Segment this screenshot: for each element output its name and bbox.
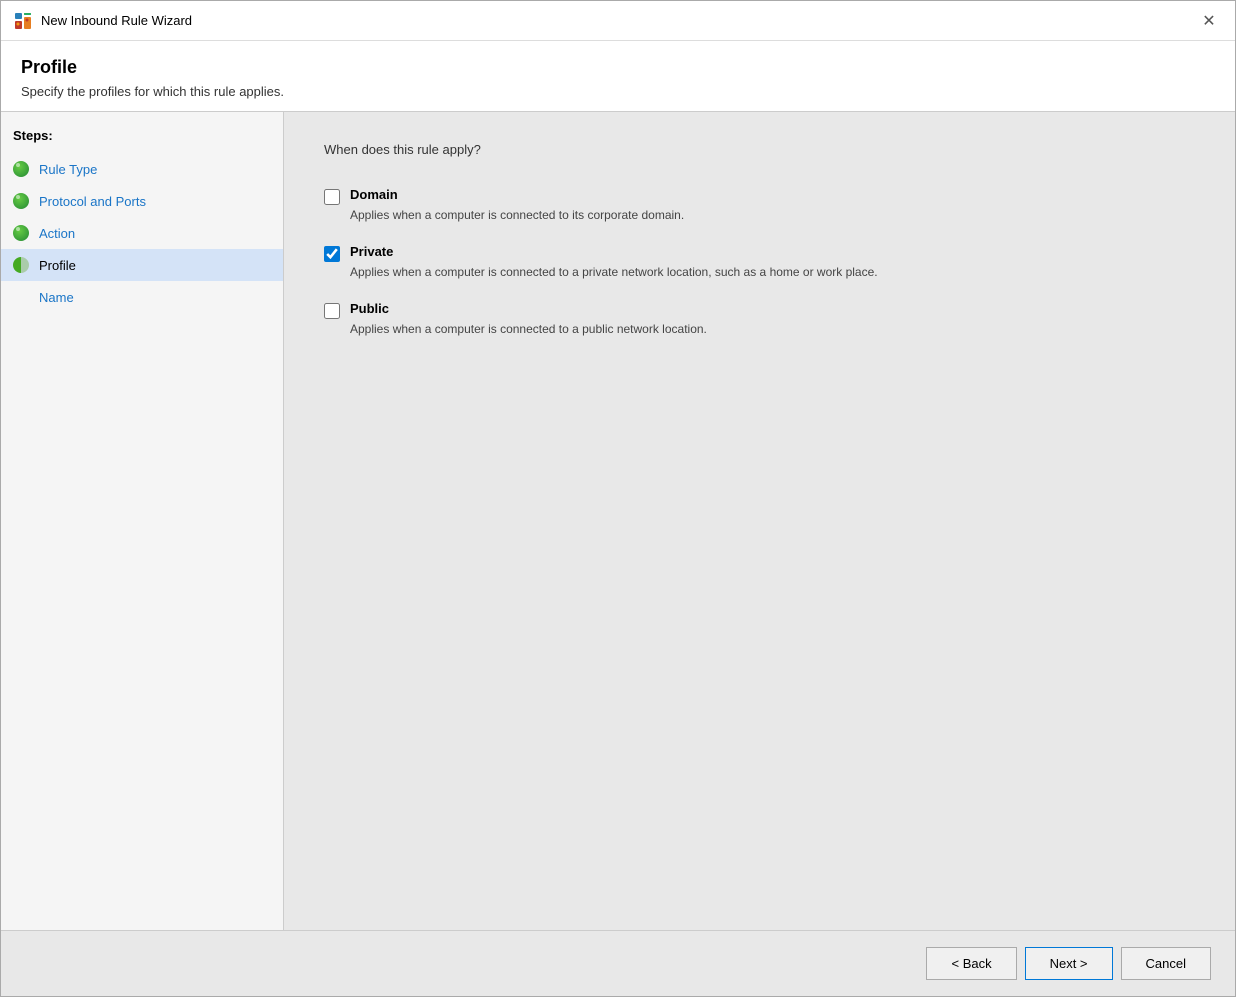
sidebar-item-name[interactable]: Name bbox=[1, 281, 283, 313]
checkbox-wrap-private bbox=[324, 244, 340, 262]
cancel-button[interactable]: Cancel bbox=[1121, 947, 1211, 980]
sidebar-item-action[interactable]: Action bbox=[1, 217, 283, 249]
step-label-action: Action bbox=[39, 226, 75, 241]
main-panel: When does this rule apply? Domain Applies… bbox=[284, 112, 1235, 930]
sidebar-item-protocol-ports[interactable]: Protocol and Ports bbox=[1, 185, 283, 217]
step-label-rule-type: Rule Type bbox=[39, 162, 97, 177]
step-icon-profile bbox=[13, 257, 29, 273]
step-label-profile: Profile bbox=[39, 258, 76, 273]
step-icon-protocol-ports bbox=[13, 193, 29, 209]
option-title-domain: Domain bbox=[350, 187, 684, 202]
step-label-name: Name bbox=[39, 290, 74, 305]
question-text: When does this rule apply? bbox=[324, 142, 1195, 157]
app-icon bbox=[13, 11, 33, 31]
step-icon-rule-type bbox=[13, 161, 29, 177]
page-title: Profile bbox=[21, 57, 1215, 78]
back-button[interactable]: < Back bbox=[926, 947, 1016, 980]
option-row-public: Public Applies when a computer is connect… bbox=[324, 301, 1195, 338]
option-row-private: Private Applies when a computer is connec… bbox=[324, 244, 1195, 281]
page-subtitle: Specify the profiles for which this rule… bbox=[21, 84, 1215, 99]
step-label-protocol-ports: Protocol and Ports bbox=[39, 194, 146, 209]
wizard-window: New Inbound Rule Wizard ✕ Profile Specif… bbox=[0, 0, 1236, 997]
title-bar: New Inbound Rule Wizard ✕ bbox=[1, 1, 1235, 41]
checkbox-wrap-public bbox=[324, 301, 340, 319]
sidebar: Steps: Rule Type Protocol and Ports Action… bbox=[1, 112, 284, 930]
step-icon-name bbox=[13, 289, 29, 305]
title-bar-left: New Inbound Rule Wizard bbox=[13, 11, 192, 31]
checkbox-private[interactable] bbox=[324, 246, 340, 262]
option-content-private: Private Applies when a computer is connec… bbox=[350, 244, 878, 281]
header-section: Profile Specify the profiles for which t… bbox=[1, 41, 1235, 112]
option-row-domain: Domain Applies when a computer is connect… bbox=[324, 187, 1195, 224]
step-icon-action bbox=[13, 225, 29, 241]
checkbox-public[interactable] bbox=[324, 303, 340, 319]
checkbox-wrap-domain bbox=[324, 187, 340, 205]
sidebar-item-rule-type[interactable]: Rule Type bbox=[1, 153, 283, 185]
steps-label: Steps: bbox=[1, 128, 283, 153]
window-title: New Inbound Rule Wizard bbox=[41, 13, 192, 28]
option-title-private: Private bbox=[350, 244, 878, 259]
option-title-public: Public bbox=[350, 301, 707, 316]
sidebar-item-profile[interactable]: Profile bbox=[1, 249, 283, 281]
option-content-domain: Domain Applies when a computer is connect… bbox=[350, 187, 684, 224]
checkbox-domain[interactable] bbox=[324, 189, 340, 205]
content-area: Steps: Rule Type Protocol and Ports Action… bbox=[1, 112, 1235, 930]
option-desc-private: Applies when a computer is connected to … bbox=[350, 263, 878, 281]
next-button[interactable]: Next > bbox=[1025, 947, 1113, 980]
option-content-public: Public Applies when a computer is connect… bbox=[350, 301, 707, 338]
option-desc-domain: Applies when a computer is connected to … bbox=[350, 206, 684, 224]
option-desc-public: Applies when a computer is connected to … bbox=[350, 320, 707, 338]
close-button[interactable]: ✕ bbox=[1195, 7, 1223, 35]
footer: < Back Next > Cancel bbox=[1, 930, 1235, 996]
options-container: Domain Applies when a computer is connect… bbox=[324, 187, 1195, 338]
